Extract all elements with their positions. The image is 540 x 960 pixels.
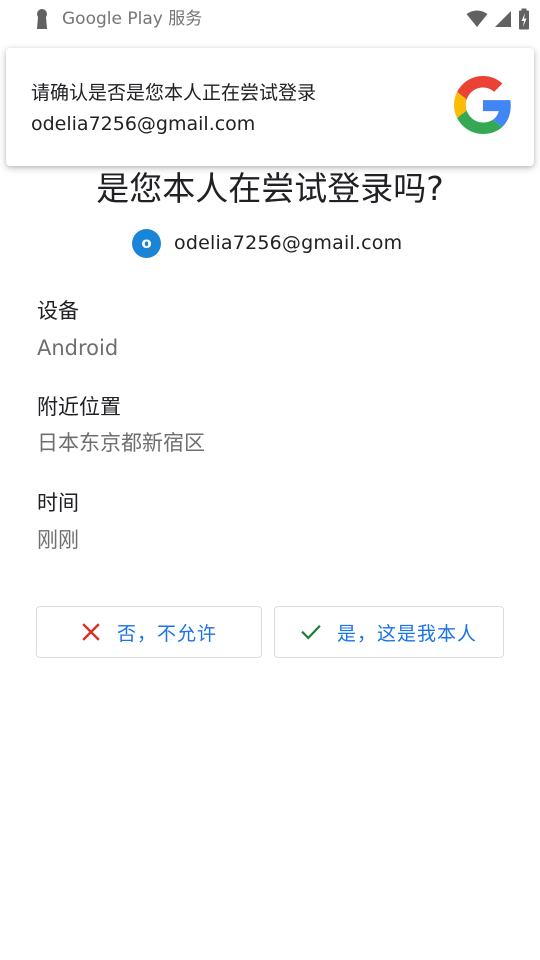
account-row: o odelia7256@gmail.com: [132, 228, 402, 258]
close-icon: [81, 622, 101, 642]
notification-title: 请确认是否是您本人正在尝试登录: [31, 82, 317, 104]
keyhole-icon: [37, 9, 47, 29]
account-email: odelia7256@gmail.com: [174, 232, 403, 254]
notification-email: odelia7256@gmail.com: [31, 113, 256, 135]
sign-in-notification-card[interactable]: 请确认是否是您本人正在尝试登录 odelia7256@gmail.com: [6, 48, 534, 166]
status-app-name: Google Play 服务: [62, 9, 203, 29]
check-icon: [301, 622, 321, 642]
status-bar: Google Play 服务: [0, 0, 540, 38]
location-label: 附近位置: [37, 395, 121, 419]
page-title: 是您本人在尝试登录吗?: [96, 169, 444, 208]
time-value: 刚刚: [37, 528, 79, 552]
battery-charging-icon: [519, 8, 529, 30]
avatar: o: [132, 228, 161, 258]
screen: Google Play 服务 请确认是否是您本人正在尝试登录 odelia725…: [0, 0, 540, 960]
location-value: 日本东京都新宿区: [37, 431, 205, 455]
allow-button[interactable]: 是，这是我本人: [274, 606, 504, 658]
wifi-icon: [466, 10, 488, 27]
time-label: 时间: [37, 491, 79, 515]
status-icons: [466, 8, 530, 30]
device-value: Android: [37, 336, 119, 360]
device-label: 设备: [37, 299, 79, 323]
cell-signal-icon: [495, 11, 511, 27]
deny-button-label: 否，不允许: [116, 622, 217, 645]
google-logo-icon: [454, 76, 511, 134]
deny-button[interactable]: 否，不允许: [36, 606, 262, 658]
allow-button-label: 是，这是我本人: [336, 622, 477, 645]
